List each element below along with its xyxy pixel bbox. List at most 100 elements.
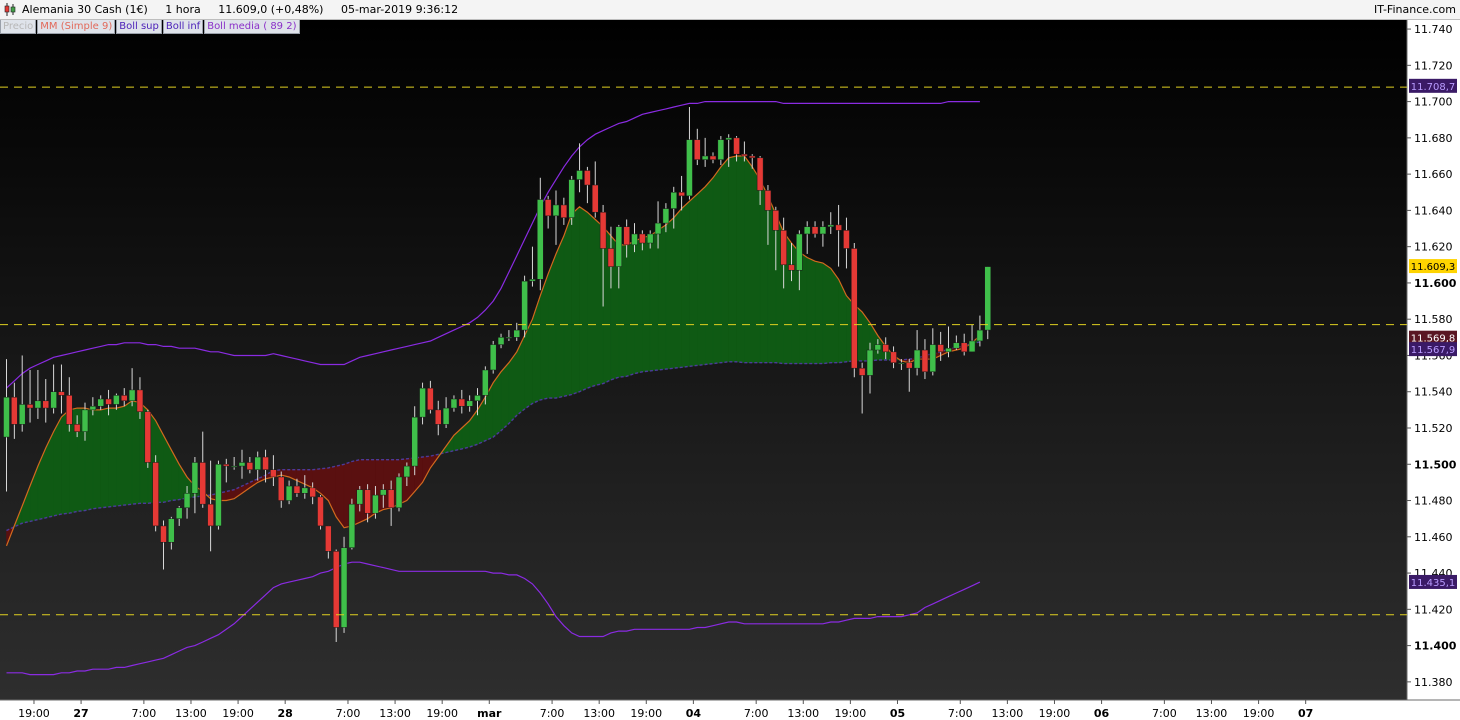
y-tick-label: 11.480 <box>1414 495 1453 508</box>
candlestick-chart[interactable]: 11.740 11.720 11.700 11.680 11.660 11.640 11.6… <box>0 0 1460 720</box>
candle-body <box>372 494 379 514</box>
candle-body <box>788 264 795 271</box>
candle-body <box>976 329 984 342</box>
y-tick-label: 11.720 <box>1414 59 1453 72</box>
x-tick-label: 13:00 <box>583 707 615 720</box>
candle-body <box>18 404 26 425</box>
y-tick-label: 11.640 <box>1414 204 1453 217</box>
last-quote: 11.609,0 (+0,48%) <box>218 3 324 16</box>
indicator-fill-segment <box>657 224 667 371</box>
indicator-fill-segment <box>806 257 816 364</box>
candle-body <box>136 389 144 412</box>
time-axis-background <box>0 700 1460 720</box>
candle-body <box>262 456 269 470</box>
candle-body <box>254 456 261 470</box>
indicator-fill-segment <box>53 417 62 517</box>
candle-up <box>568 175 575 225</box>
candle-body <box>230 465 238 468</box>
price-tag-label: 11.708,7 <box>1411 82 1456 93</box>
y-tick-label: 11.680 <box>1414 132 1453 145</box>
candle-body <box>686 139 693 197</box>
candle-body <box>395 476 403 509</box>
timeframe: 1 hora <box>165 3 201 16</box>
candle-body <box>419 387 426 418</box>
candle-body <box>662 208 670 224</box>
candle-body <box>560 204 568 218</box>
candle-body <box>599 211 607 249</box>
legend-boll-middle[interactable]: Boll media ( 89 2) <box>204 20 300 34</box>
indicator-fill-segment <box>697 186 706 366</box>
candle-body <box>717 139 725 160</box>
legend-boll-upper[interactable]: Boll sup <box>116 20 162 34</box>
candle-body <box>764 190 772 211</box>
y-tick-label: 11.500 <box>1414 458 1457 471</box>
instrument-name: Alemania 30 Cash (1€) <box>22 3 148 16</box>
candle-up <box>395 473 403 512</box>
indicator-fill-segment <box>500 362 510 432</box>
candle-body <box>631 233 638 246</box>
legend-boll-lower[interactable]: Boll inf <box>162 20 204 34</box>
x-tick-label: 13:00 <box>175 707 207 720</box>
indicator-fill-segment <box>587 211 596 389</box>
candle-body <box>851 248 858 369</box>
candle-body <box>325 525 332 552</box>
candle-body <box>285 485 293 501</box>
candle-body <box>623 226 630 246</box>
candle-up <box>215 460 222 530</box>
candle-body <box>544 199 552 217</box>
candle-body <box>678 192 685 197</box>
candle-body <box>803 226 811 235</box>
candle-body <box>89 405 97 411</box>
candle-body <box>890 351 897 363</box>
candle-down <box>851 243 858 378</box>
candle-body <box>160 525 167 543</box>
candle-body <box>568 179 575 218</box>
y-tick-label: 11.660 <box>1414 168 1453 181</box>
x-tick-label: 13:00 <box>379 707 411 720</box>
x-tick-label: 19:00 <box>630 707 662 720</box>
candle-body <box>953 342 960 349</box>
x-tick-label: 05 <box>890 707 905 720</box>
legend-sma[interactable]: MM (Simple 9) <box>37 20 116 34</box>
x-tick-label: 19:00 <box>222 707 254 720</box>
candle-down <box>317 495 324 530</box>
candle-body <box>435 409 442 425</box>
candle-body <box>42 400 49 409</box>
candle-body <box>898 362 905 364</box>
symbol-info: Alemania 30 Cash (1€) 1 hora 11.609,0 (+… <box>22 3 472 16</box>
candle-body <box>701 155 709 160</box>
indicator-fill-segment <box>61 409 70 515</box>
indicator-fill-segment <box>547 253 557 399</box>
candle-body <box>521 280 528 331</box>
x-tick-label: 19:00 <box>426 707 458 720</box>
candle-body <box>529 279 536 282</box>
candle-body <box>709 155 717 160</box>
candle-body <box>497 337 505 345</box>
candle-body <box>442 407 450 425</box>
candle-body <box>293 485 301 494</box>
candle-body <box>332 551 340 628</box>
indicator-legend: Precio MM (Simple 9) Boll sup Boll inf B… <box>0 20 301 34</box>
candle-body <box>301 487 309 494</box>
candle-body <box>929 344 937 373</box>
candle-body <box>458 398 466 407</box>
candle-body <box>866 349 874 376</box>
x-tick-label: mar <box>477 707 502 720</box>
price-tag: 11.708,7 <box>1409 78 1457 93</box>
indicator-fill-segment <box>704 177 714 365</box>
x-tick-label: 7:00 <box>1152 707 1177 720</box>
candlestick-icon <box>4 3 16 16</box>
candle-body <box>238 462 246 467</box>
y-tick-label: 11.540 <box>1414 386 1453 399</box>
candle-up <box>340 536 348 633</box>
candle-body <box>364 489 371 514</box>
price-tag: 11.609,3 <box>1409 259 1457 274</box>
price-tag: 11.567,9 <box>1409 342 1457 357</box>
candle-body <box>317 496 324 527</box>
candle-down <box>144 409 152 468</box>
title-bar: Alemania 30 Cash (1€) 1 hora 11.609,0 (+… <box>0 0 1460 20</box>
indicator-fill-segment <box>508 351 517 425</box>
y-tick-label: 11.520 <box>1414 422 1453 435</box>
legend-price[interactable]: Precio <box>0 20 37 34</box>
candle-body <box>592 184 599 213</box>
